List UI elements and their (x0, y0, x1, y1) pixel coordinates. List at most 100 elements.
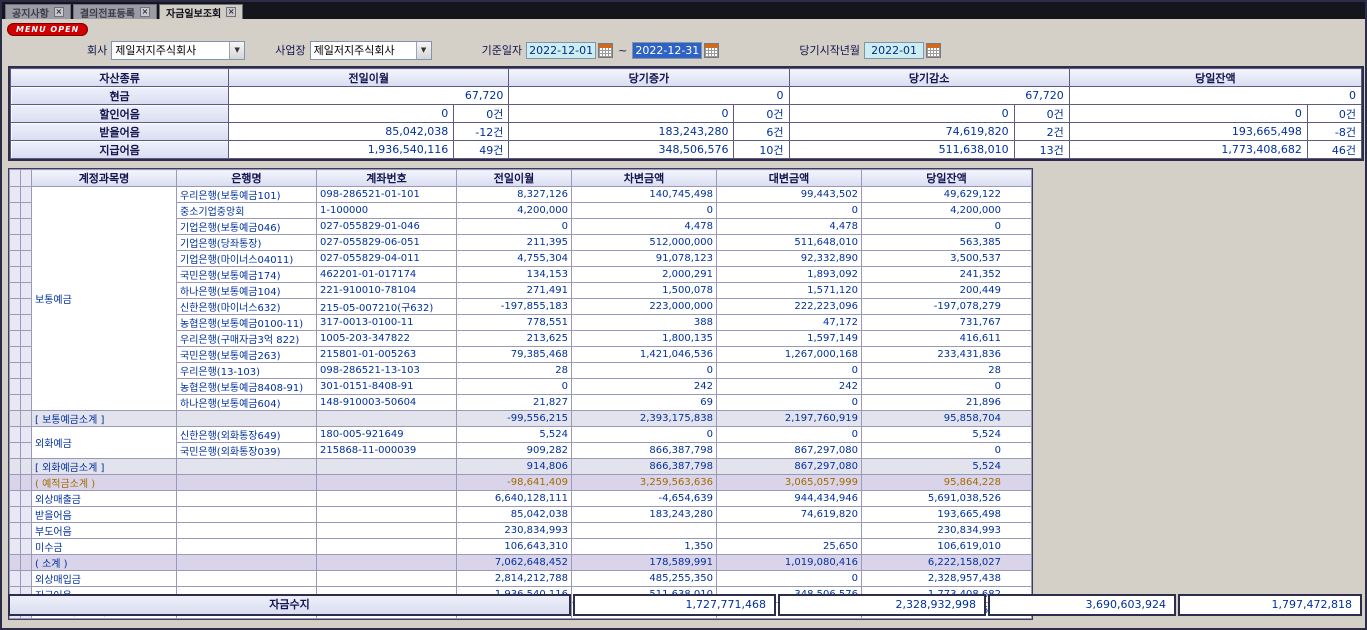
row-indicator[interactable] (21, 427, 32, 443)
chevron-down-icon[interactable]: ▼ (229, 42, 244, 59)
summary-row[interactable]: 현금67,720067,7200 (11, 87, 1362, 105)
row-indicator[interactable] (10, 507, 21, 523)
row-indicator[interactable] (21, 315, 32, 331)
row-indicator[interactable] (21, 475, 32, 491)
tab-close-icon[interactable]: × (54, 7, 64, 17)
account-number: 221-910010-78104 (317, 283, 457, 299)
row-indicator[interactable] (21, 523, 32, 539)
site-select[interactable]: 제일저지주식회사 ▼ (310, 41, 432, 60)
row-indicator[interactable] (10, 283, 21, 299)
amount-cell: 0 (717, 427, 862, 443)
row-indicator[interactable] (10, 443, 21, 459)
row-indicator[interactable] (10, 427, 21, 443)
company-select[interactable]: 제일저지주식회사 ▼ (111, 41, 245, 60)
row-indicator[interactable] (21, 555, 32, 571)
row-indicator[interactable] (10, 363, 21, 379)
row-indicator[interactable] (10, 267, 21, 283)
row-indicator[interactable] (21, 363, 32, 379)
row-indicator[interactable] (10, 331, 21, 347)
row-indicator[interactable] (21, 571, 32, 587)
amount-cell: 74,619,820 (717, 507, 862, 523)
amount-cell: -99,556,215 (457, 411, 572, 427)
row-indicator[interactable] (10, 539, 21, 555)
bank-account-row[interactable]: 보통예금우리은행(보통예금101)098-286521-01-1018,327,… (10, 187, 1032, 203)
row-indicator[interactable] (10, 395, 21, 411)
row-indicator[interactable] (21, 379, 32, 395)
row-indicator[interactable] (10, 555, 21, 571)
tab-3[interactable]: 자금일보조회× (159, 4, 243, 19)
calendar-icon[interactable] (704, 43, 719, 58)
summary-row[interactable]: 받을어음85,042,038-12건183,243,2806건74,619,82… (11, 123, 1362, 141)
row-indicator[interactable] (21, 443, 32, 459)
row-indicator[interactable] (10, 235, 21, 251)
row-label: [ 외화예금소계 ] (32, 459, 177, 475)
account-row[interactable]: 받을어음85,042,038183,243,28074,619,820193,6… (10, 507, 1032, 523)
date-from-input[interactable]: 2022-12-01 (526, 42, 596, 59)
row-indicator[interactable] (10, 411, 21, 427)
amount-cell: 242 (572, 379, 717, 395)
row-indicator[interactable] (21, 251, 32, 267)
row-indicator[interactable] (10, 379, 21, 395)
row-indicator[interactable] (21, 507, 32, 523)
row-indicator[interactable] (21, 539, 32, 555)
amount-cell: 5,524 (862, 459, 1032, 475)
row-indicator[interactable] (21, 235, 32, 251)
row-indicator[interactable] (10, 571, 21, 587)
row-indicator[interactable] (21, 331, 32, 347)
row-indicator[interactable] (10, 219, 21, 235)
row-indicator[interactable] (10, 347, 21, 363)
chevron-down-icon[interactable]: ▼ (416, 42, 431, 59)
subtotal-row[interactable]: [ 보통예금소계 ]-99,556,2152,393,175,8382,197,… (10, 411, 1032, 427)
row-indicator[interactable] (10, 251, 21, 267)
row-indicator[interactable] (21, 219, 32, 235)
row-indicator[interactable] (21, 267, 32, 283)
detail-header: 당일잔액 (862, 170, 1032, 187)
account-number: 317-0013-0100-11 (317, 315, 457, 331)
row-indicator[interactable] (10, 315, 21, 331)
row-indicator[interactable] (10, 187, 21, 203)
site-select-value: 제일저지주식회사 (311, 42, 416, 58)
deposit-subtotal-row[interactable]: ( 예적금소계 )-98,641,4093,259,563,6363,065,0… (10, 475, 1032, 491)
tab-1[interactable]: 공지사항× (5, 4, 71, 19)
row-indicator[interactable] (21, 395, 32, 411)
row-indicator[interactable] (10, 491, 21, 507)
company-select-value: 제일저지주식회사 (112, 42, 229, 58)
tab-bar: 공지사항×결의전표등록×자금일보조회× (2, 2, 1365, 19)
account-row[interactable]: 미수금106,643,3101,35025,650106,619,010 (10, 539, 1032, 555)
account-number: 1005-203-347822 (317, 331, 457, 347)
subtotal-row[interactable]: [ 외화예금소계 ]914,806866,387,798867,297,0805… (10, 459, 1032, 475)
row-indicator[interactable] (10, 523, 21, 539)
row-indicator[interactable] (10, 203, 21, 219)
row-indicator[interactable] (21, 459, 32, 475)
account-row[interactable]: 외상매출금6,640,128,111-4,654,639944,434,9465… (10, 491, 1032, 507)
tab-2[interactable]: 결의전표등록× (73, 4, 157, 19)
row-indicator[interactable] (21, 299, 32, 315)
row-indicator[interactable] (21, 203, 32, 219)
row-indicator[interactable] (10, 475, 21, 491)
tab-close-icon[interactable]: × (226, 7, 236, 17)
calendar-icon[interactable] (598, 43, 613, 58)
bank-account-row[interactable]: 외화예금신한은행(외화통장649)180-005-9216495,524005,… (10, 427, 1032, 443)
account-number-empty (317, 555, 457, 571)
summary-row[interactable]: 할인어음00건00건00건00건 (11, 105, 1362, 123)
calendar-icon[interactable] (926, 43, 941, 58)
amount-cell: 2,328,957,438 (862, 571, 1032, 587)
row-indicator[interactable] (21, 491, 32, 507)
row-indicator[interactable] (21, 283, 32, 299)
row-indicator[interactable] (10, 459, 21, 475)
amount-cell: 778,551 (457, 315, 572, 331)
row-indicator[interactable] (21, 411, 32, 427)
account-row[interactable]: 부도어음230,834,993230,834,993 (10, 523, 1032, 539)
date-to-input[interactable]: 2022-12-31 (632, 42, 702, 59)
account-row[interactable]: 외상매입금2,814,212,788485,255,35002,328,957,… (10, 571, 1032, 587)
row-indicator[interactable] (10, 299, 21, 315)
row-indicator[interactable] (21, 187, 32, 203)
summary-row[interactable]: 지급어음1,936,540,11649건348,506,57610건511,63… (11, 141, 1362, 159)
menu-open-button[interactable]: MENU OPEN (7, 23, 88, 36)
total-row[interactable]: ( 소계 )7,062,648,452178,589,9911,019,080,… (10, 555, 1032, 571)
period-start-input[interactable]: 2022-01 (864, 42, 924, 59)
row-indicator[interactable] (21, 347, 32, 363)
tab-close-icon[interactable]: × (140, 7, 150, 17)
row-label: 외상매출금 (32, 491, 177, 507)
amount-cell: 512,000,000 (572, 235, 717, 251)
